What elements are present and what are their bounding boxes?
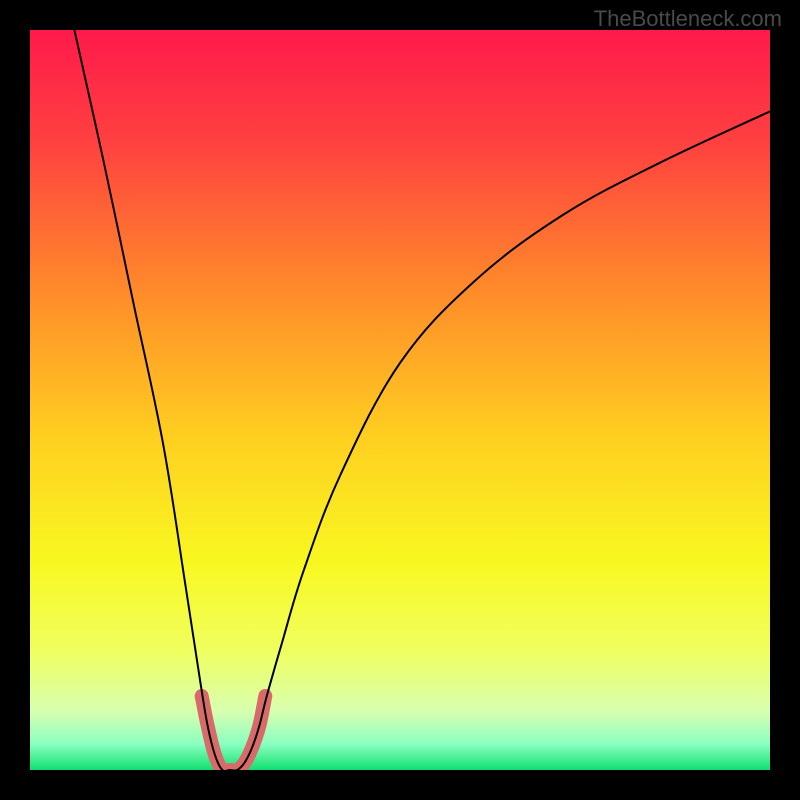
watermark: TheBottleneck.com	[594, 6, 782, 32]
highlight-band	[202, 696, 266, 770]
curve-layer	[30, 30, 770, 770]
bottleneck-curve	[74, 30, 770, 770]
plot-frame	[30, 30, 770, 770]
plot-area	[30, 30, 770, 770]
